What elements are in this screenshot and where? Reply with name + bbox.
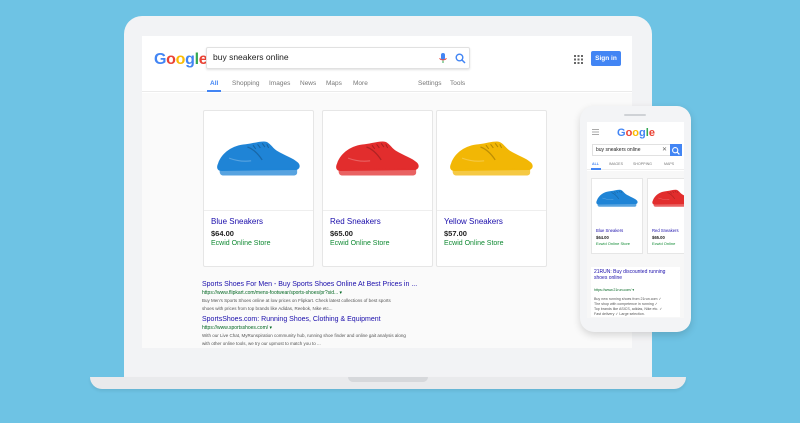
product-name[interactable]: Yellow Sneakers [444, 217, 503, 226]
product-card-red[interactable]: Red Sneakers $65.00 Ecwid Online [647, 178, 684, 254]
product-store: Ecwid Online Store [330, 240, 390, 247]
tab-all[interactable]: All [210, 80, 218, 87]
mobile-search-button[interactable] [670, 144, 682, 156]
search-result: Sports Shoes For Men - Buy Sports Shoes … [202, 281, 422, 312]
hamburger-menu-icon[interactable] [592, 129, 599, 135]
result-title-link[interactable]: Sports Shoes For Men - Buy Sports Shoes … [202, 281, 422, 288]
google-logo[interactable]: Google [617, 127, 655, 139]
clear-icon[interactable]: ✕ [662, 146, 667, 153]
product-name[interactable]: Blue Sneakers [596, 228, 623, 233]
tab-shopping[interactable]: Shopping [232, 80, 259, 87]
tab-tools[interactable]: Tools [450, 80, 465, 87]
active-tab-indicator [207, 90, 221, 92]
mobile-search-tabs: ALL IMAGES SHOPPING MAPS [587, 160, 684, 170]
result-url[interactable]: https://www.21run.com/ ▾ [594, 288, 634, 292]
product-price: $57.00 [444, 229, 467, 238]
tab-all[interactable]: ALL [592, 162, 599, 166]
card-divider [323, 210, 432, 211]
snippet-line: Fast delivery ✓ Large selection. [594, 312, 645, 316]
blue-sneaker-image [595, 189, 638, 208]
phone-speaker [624, 114, 646, 116]
search-icon[interactable] [455, 53, 466, 64]
card-divider [204, 210, 313, 211]
mobile-screen: Google ✕ ALL IMAGES SHOPPING MAPS Blu [587, 122, 684, 318]
product-price: $65.00 [652, 235, 665, 240]
tab-settings[interactable]: Settings [418, 80, 442, 87]
mobile-search-box: ✕ [592, 144, 682, 156]
product-store: Ecwid Online Store [211, 240, 271, 247]
search-icon [672, 147, 680, 155]
apps-grid-icon[interactable] [574, 55, 583, 64]
active-tab-indicator [591, 168, 601, 170]
product-card-red[interactable]: Red Sneakers $65.00 Ecwid Online Store [322, 110, 433, 267]
tab-news[interactable]: News [300, 80, 316, 87]
product-price: $65.00 [330, 229, 353, 238]
product-name[interactable]: Blue Sneakers [211, 217, 263, 226]
result-snippet: With our Live Chat, MyRunspiration commu… [202, 333, 406, 338]
product-price: $64.00 [596, 235, 609, 240]
tab-images[interactable]: Images [269, 80, 290, 87]
search-box [206, 47, 470, 69]
blue-sneaker-image [216, 140, 301, 177]
result-url[interactable]: https://www.sportsshoes.com/ ▾ [202, 325, 422, 331]
phone-frame: Google ✕ ALL IMAGES SHOPPING MAPS Blu [580, 106, 691, 332]
product-store: Ecwid Online Store [596, 241, 631, 246]
product-price: $64.00 [211, 229, 234, 238]
result-snippet: Buy Men's Sports Shoes online at low pri… [202, 298, 391, 303]
tab-images[interactable]: IMAGES [609, 162, 623, 166]
product-card-blue[interactable]: Blue Sneakers $64.00 Ecwid Online Store [203, 110, 314, 267]
product-name[interactable]: Red Sneakers [330, 217, 381, 226]
product-card-yellow[interactable]: Yellow Sneakers $57.00 Ecwid Online Stor… [436, 110, 547, 267]
red-sneaker-image [335, 140, 420, 177]
tab-maps[interactable]: MAPS [664, 162, 674, 166]
result-title-link[interactable]: 21RUN: Buy discounted running shoes onli… [594, 269, 666, 281]
result-snippet: with other online tools, we try our upmo… [202, 341, 321, 346]
laptop-notch [348, 377, 428, 382]
mobile-search-result: 21RUN: Buy discounted running shoes onli… [591, 267, 680, 317]
product-store: Ecwid Online [652, 241, 676, 246]
tab-more[interactable]: More [353, 80, 368, 87]
result-snippet: shoes with prices from top brands like A… [202, 306, 333, 311]
search-result: SportsShoes.com: Running Shoes, Clothing… [202, 316, 422, 347]
desktop-screen: Google Sign in All Shopping Images News … [142, 36, 632, 348]
product-store: Ecwid Online Store [444, 240, 504, 247]
search-input[interactable] [213, 52, 413, 62]
product-name[interactable]: Red Sneakers [652, 228, 679, 233]
product-card-blue[interactable]: Blue Sneakers $64.00 Ecwid Online Store [591, 178, 643, 254]
card-divider [437, 210, 546, 211]
red-sneaker-image [651, 189, 684, 208]
mobile-search-input[interactable] [596, 147, 656, 153]
search-tabs: All Shopping Images News Maps More Setti… [142, 76, 632, 92]
result-snippet: Buy new running shoes from 21run.com ✓ T… [594, 297, 662, 317]
google-logo[interactable]: Google [154, 51, 208, 69]
yellow-sneaker-image [449, 140, 534, 177]
result-title-link[interactable]: SportsShoes.com: Running Shoes, Clothing… [202, 316, 422, 323]
tab-maps[interactable]: Maps [326, 80, 342, 87]
microphone-icon[interactable] [439, 53, 447, 64]
tab-shopping[interactable]: SHOPPING [633, 162, 652, 166]
result-url[interactable]: https://www.flipkart.com/mens-footwear/s… [202, 290, 422, 296]
sign-in-button[interactable]: Sign in [591, 51, 621, 66]
